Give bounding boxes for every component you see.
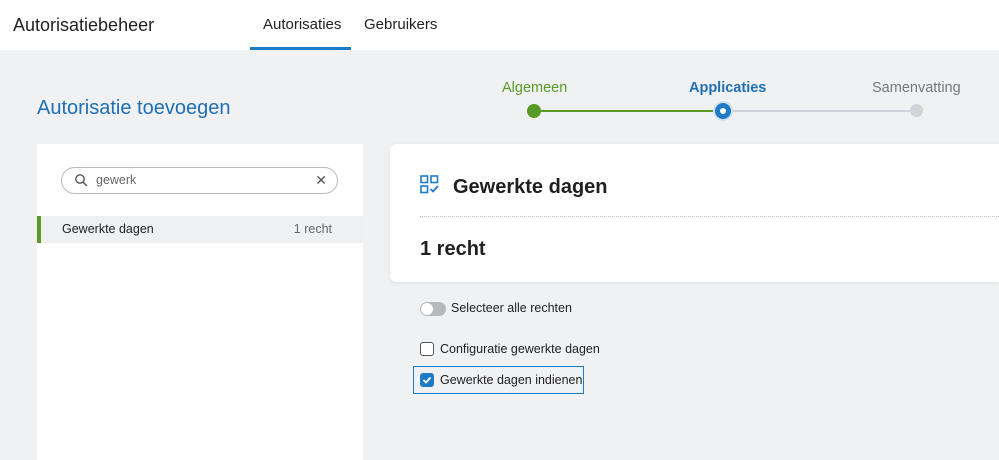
step-samenvatting-label[interactable]: Samenvatting — [872, 80, 961, 96]
step-algemeen-dot[interactable] — [527, 104, 541, 118]
select-all-toggle[interactable] — [420, 302, 446, 316]
active-tab-indicator — [250, 47, 351, 50]
step-algemeen-label[interactable]: Algemeen — [502, 80, 567, 96]
detail-divider — [420, 216, 999, 217]
application-list-panel: ✕ Gewerkte dagen 1 recht — [37, 144, 363, 460]
list-item-gewerkte-dagen[interactable]: Gewerkte dagen 1 recht — [37, 216, 363, 243]
stepper-line-todo — [722, 110, 917, 112]
tab-gebruikers[interactable]: Gebruikers — [364, 16, 437, 33]
tab-autorisaties[interactable]: Autorisaties — [263, 16, 341, 33]
app-title: Autorisatiebeheer — [13, 15, 155, 35]
page-title: Autorisatie toevoegen — [37, 97, 231, 119]
top-bar: Autorisatiebeheer Autorisaties Gebruiker… — [0, 0, 999, 50]
step-applicaties-label[interactable]: Applicaties — [689, 80, 766, 96]
detail-card: Gewerkte dagen 1 recht — [390, 144, 999, 282]
check-icon — [422, 376, 432, 384]
step-applicaties-dot[interactable] — [713, 101, 733, 121]
search-box[interactable]: ✕ — [61, 167, 338, 194]
step-samenvatting-dot[interactable] — [910, 104, 923, 117]
search-icon — [75, 174, 88, 187]
checkbox-label-indienen: Gewerkte dagen indienen — [440, 373, 583, 387]
detail-rights-count: 1 recht — [420, 238, 486, 260]
toggle-knob — [421, 303, 433, 315]
grid-check-icon — [420, 175, 439, 194]
select-all-label: Selecteer alle rechten — [451, 301, 572, 315]
close-icon[interactable]: ✕ — [315, 172, 327, 189]
checkbox-configuratie-gewerkte-dagen[interactable] — [420, 342, 434, 356]
checkbox-gewerkte-dagen-indienen[interactable] — [420, 373, 434, 387]
search-input[interactable] — [96, 173, 296, 187]
detail-title: Gewerkte dagen — [453, 176, 608, 198]
list-item-count: 1 recht — [293, 222, 332, 236]
list-item-label: Gewerkte dagen — [62, 222, 154, 236]
checkbox-label-configuratie: Configuratie gewerkte dagen — [440, 342, 600, 356]
stepper-line-done — [534, 110, 722, 112]
